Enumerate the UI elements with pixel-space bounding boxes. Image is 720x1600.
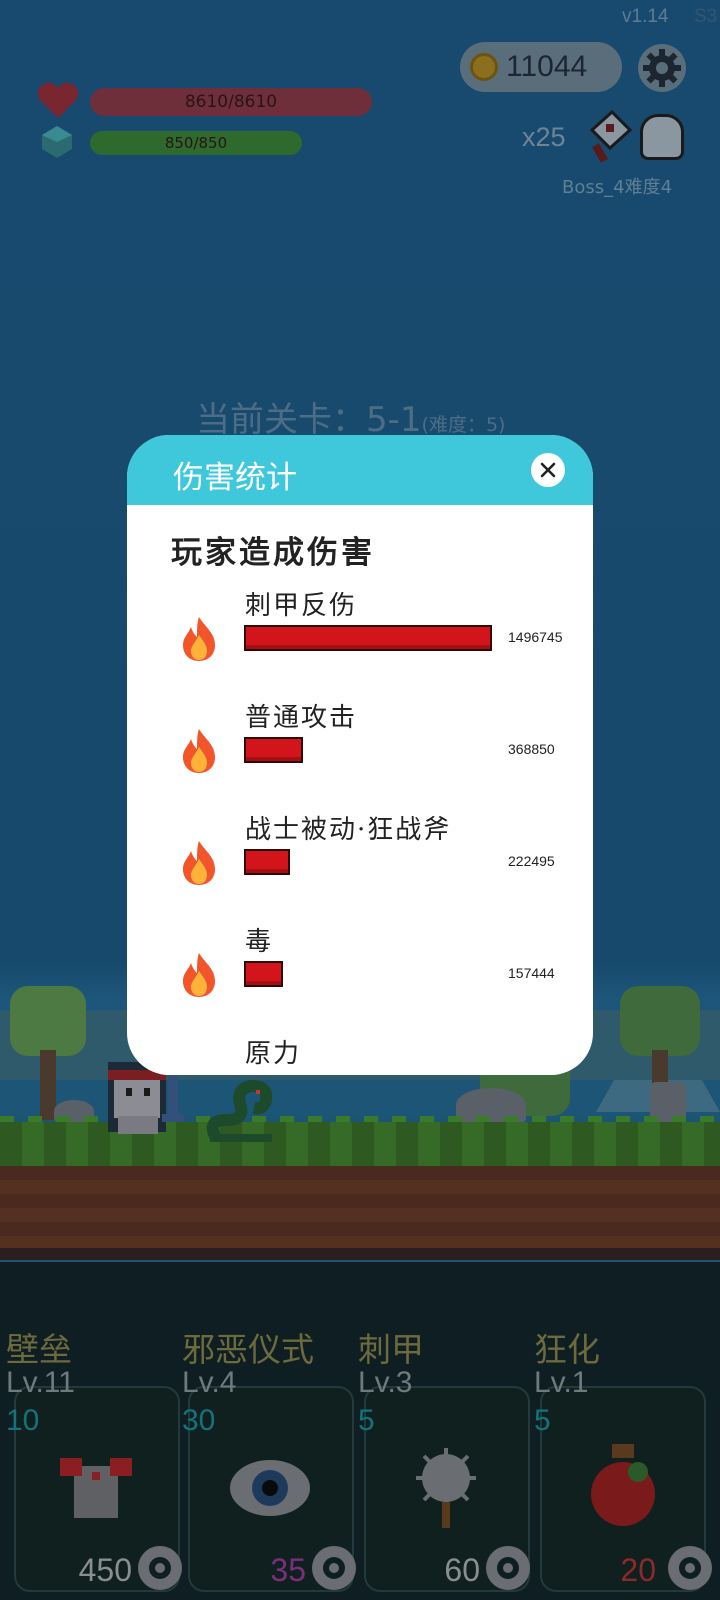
cleaver-icon <box>589 110 633 163</box>
dirt <box>0 1166 720 1248</box>
skill-level: Lv.1 <box>534 1366 589 1399</box>
damage-bar <box>244 961 283 987</box>
fire-icon <box>183 617 215 661</box>
upgrade-button[interactable] <box>668 1546 712 1590</box>
gear-icon <box>149 1557 171 1579</box>
stage-label: 当前关卡：5-1(难度：5) <box>196 392 505 441</box>
dialog-header: 伤害统计 <box>127 435 593 505</box>
gear-icon <box>497 1557 519 1579</box>
fire-icon <box>183 729 215 773</box>
damage-bar <box>244 849 290 875</box>
damage-value: 368850 <box>508 741 555 757</box>
snake-enemy <box>206 1080 273 1142</box>
dialog-title: 伤害统计 <box>173 460 297 496</box>
gear-icon <box>323 1557 345 1579</box>
damage-source-name: 原力 <box>245 1039 302 1069</box>
armor-icon <box>60 1458 132 1518</box>
skill-price: 35 <box>270 1552 306 1588</box>
damage-row: 原力 <box>127 1033 593 1075</box>
skill-cost: 5 <box>534 1404 551 1437</box>
tree <box>620 986 700 1056</box>
upgrade-button[interactable] <box>486 1546 530 1590</box>
damage-source-name: 毒 <box>245 927 274 957</box>
skill-price: 450 <box>78 1552 132 1588</box>
skill-price: 20 <box>620 1552 656 1588</box>
skill-name: 刺甲 <box>358 1330 424 1369</box>
damage-row: 毒 157444 <box>127 921 593 1031</box>
upgrade-button[interactable] <box>138 1546 182 1590</box>
skill-cost: 10 <box>6 1404 40 1437</box>
upgrade-button[interactable] <box>312 1546 356 1590</box>
damage-value: 1496745 <box>508 629 563 645</box>
damage-source-name: 刺甲反伤 <box>245 591 358 621</box>
mana-gem-icon <box>42 126 72 158</box>
stage-difficulty: (难度：5) <box>421 414 506 436</box>
potion-icon <box>591 1444 655 1526</box>
damage-bar <box>244 737 303 763</box>
skill-level: Lv.4 <box>182 1366 237 1399</box>
skill-name: 狂化 <box>534 1330 600 1369</box>
damage-bar <box>244 625 492 651</box>
hp-bar: 8610/8610 <box>90 88 372 116</box>
damage-row: 普通攻击 368850 <box>127 697 593 807</box>
damage-value: 222495 <box>508 853 555 869</box>
skill-cost: 30 <box>182 1404 216 1437</box>
skill-price: 60 <box>444 1552 480 1588</box>
kill-count: x25 <box>522 122 566 152</box>
fire-icon <box>183 841 215 885</box>
dirt-edge <box>0 1248 720 1260</box>
skill-cost: 5 <box>358 1404 375 1437</box>
mp-text: 850/850 <box>164 134 228 152</box>
coin-icon <box>470 53 498 81</box>
damage-row: 刺甲反伤 1496745 <box>127 585 593 695</box>
version-label: v1.14 <box>622 6 669 27</box>
skill-name: 壁垒 <box>6 1330 72 1369</box>
close-icon <box>540 462 556 478</box>
heart-icon <box>37 82 79 118</box>
boss-label: Boss_4难度4 <box>562 177 673 198</box>
close-button[interactable] <box>531 453 565 487</box>
damage-source-name: 普通攻击 <box>245 703 358 733</box>
eye-icon <box>230 1460 310 1516</box>
skill-name: 邪恶仪式 <box>182 1330 314 1369</box>
gear-icon <box>643 49 681 87</box>
fire-icon <box>183 953 215 997</box>
skill-level: Lv.3 <box>358 1366 413 1399</box>
hp-text: 8610/8610 <box>184 92 278 112</box>
ghost-icon <box>640 114 684 160</box>
skill-level: Lv.11 <box>6 1366 75 1399</box>
stage-name: 当前关卡：5-1 <box>196 400 422 440</box>
version-extra-label: S3 <box>694 6 718 27</box>
gear-icon <box>679 1557 701 1579</box>
tree <box>10 986 86 1056</box>
spiked-mace-icon <box>416 1448 476 1528</box>
settings-button[interactable] <box>638 44 686 92</box>
coin-counter: 11044 <box>460 42 622 92</box>
damage-value: 157444 <box>508 965 555 981</box>
damage-row: 战士被动·狂战斧 222495 <box>127 809 593 919</box>
coin-value: 11044 <box>506 50 588 83</box>
mp-bar: 850/850 <box>90 131 302 155</box>
section-title: 玩家造成伤害 <box>171 535 375 571</box>
damage-stats-dialog: 伤害统计 玩家造成伤害 刺甲反伤 1496745 普通攻击 368850 战士被… <box>127 435 593 1075</box>
damage-source-name: 战士被动·狂战斧 <box>245 815 452 845</box>
